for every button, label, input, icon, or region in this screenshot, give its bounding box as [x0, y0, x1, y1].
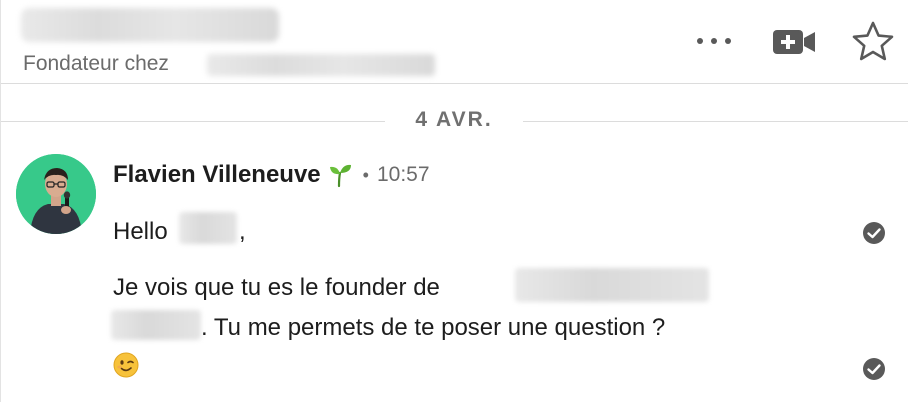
more-icon[interactable] — [687, 26, 741, 56]
company-name-redacted — [207, 54, 435, 76]
message-header: Flavien Villeneuve • 10:57 — [113, 157, 430, 193]
divider-line — [523, 121, 908, 122]
contact-headline: Fondateur chez — [23, 52, 169, 75]
company-name-redacted — [111, 310, 201, 340]
message-time: 10:57 — [376, 163, 430, 186]
video-add-icon[interactable] — [768, 22, 820, 62]
date-divider: 4 AVR. — [415, 108, 493, 131]
message-comma: , — [239, 218, 246, 245]
star-icon[interactable] — [849, 18, 897, 66]
divider-line — [1, 121, 385, 122]
sprout-icon — [327, 162, 353, 188]
sender-name[interactable]: Flavien Villeneuve — [113, 161, 321, 189]
message-greeting: Hello — [113, 218, 168, 245]
conversation-window: Fondateur chez 4 AVR. Flavien Villeneuve… — [0, 0, 908, 402]
contact-name-redacted[interactable] — [21, 8, 279, 42]
recipient-name-redacted — [179, 212, 237, 244]
read-check-icon — [861, 220, 887, 246]
company-name-redacted — [515, 268, 709, 302]
message-text-line: . Tu me permets de te poser une question… — [201, 314, 666, 341]
message-text-line: Je vois que tu es le founder de — [113, 274, 440, 301]
winking-face-icon — [113, 352, 139, 378]
avatar[interactable] — [16, 154, 96, 234]
read-check-icon — [861, 356, 887, 382]
separator-dot: • — [362, 164, 369, 185]
conversation-header: Fondateur chez — [1, 0, 908, 84]
